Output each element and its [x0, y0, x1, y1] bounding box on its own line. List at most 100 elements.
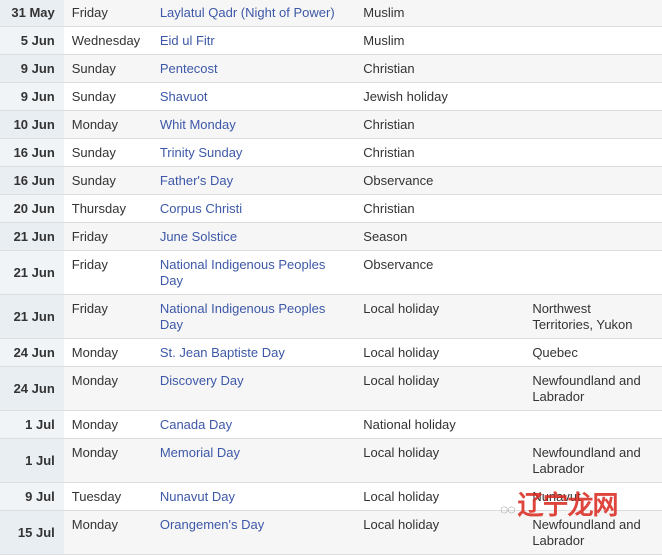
holiday-region [524, 194, 662, 223]
holiday-name: Discovery Day [151, 366, 356, 411]
holiday-date: 9 Jun [0, 54, 64, 83]
holiday-link[interactable]: Orangemen's Day [160, 517, 264, 532]
holiday-weekday: Wednesday [63, 26, 152, 55]
holiday-name: Laylatul Qadr (Night of Power) [151, 0, 356, 27]
holiday-link[interactable]: National Indigenous Peoples Day [160, 257, 326, 288]
holiday-weekday: Sunday [63, 166, 152, 195]
holiday-name: Memorial Day [151, 438, 356, 483]
table-row: 1 Jul Monday Memorial Day Local holiday Newf… [0, 438, 662, 483]
holiday-link[interactable]: Shavuot [160, 89, 208, 104]
holiday-date: 10 Jun [0, 110, 64, 139]
holiday-link[interactable]: St. Jean Baptiste Day [160, 345, 285, 360]
holiday-weekday: Sunday [63, 138, 152, 167]
holiday-type: Local holiday [355, 438, 525, 483]
holiday-link[interactable]: Nunavut Day [160, 489, 235, 504]
holiday-date: 20 Jun [0, 194, 64, 223]
holiday-type: Christian [355, 194, 525, 223]
holiday-link[interactable]: Eid ul Fitr [160, 33, 215, 48]
table-row: 21 Jun Friday National Indigenous Peoples … [0, 294, 662, 339]
holiday-link[interactable]: Pentecost [160, 61, 218, 76]
holiday-date: 1 Jul [0, 438, 64, 483]
holiday-weekday: Monday [63, 410, 152, 439]
holiday-region [524, 110, 662, 139]
holiday-region [524, 138, 662, 167]
holiday-type: Jewish holiday [355, 82, 525, 111]
table-row: 21 Jun Friday National Indigenous Peoples … [0, 250, 662, 295]
holiday-region [524, 0, 662, 27]
holiday-weekday: Monday [63, 510, 152, 555]
holiday-name: Trinity Sunday [151, 138, 356, 167]
holiday-region: Northwest Territories, Yukon [524, 294, 662, 339]
holiday-name: Eid ul Fitr [151, 26, 356, 55]
table-row: 9 Jun Sunday Pentecost Christian [0, 54, 662, 83]
holiday-region [524, 26, 662, 55]
holiday-link[interactable]: Father's Day [160, 173, 233, 188]
table-row: 20 Jun Thursday Corpus Christi Christian [0, 194, 662, 223]
table-row: 16 Jun Sunday Trinity Sunday Christian [0, 138, 662, 167]
holiday-name: Canada Day [151, 410, 356, 439]
holiday-date: 9 Jul [0, 482, 64, 511]
holiday-weekday: Monday [63, 338, 152, 367]
table-row: 1 Jul Monday Canada Day National holiday [0, 410, 662, 439]
table-row: 24 Jun Monday Discovery Day Local holiday Ne… [0, 366, 662, 411]
holiday-weekday: Sunday [63, 82, 152, 111]
holiday-date: 21 Jun [0, 222, 64, 251]
holiday-region [524, 82, 662, 111]
holiday-region: Quebec [524, 338, 662, 367]
holiday-type: Local holiday [355, 366, 525, 411]
holiday-date: 15 Jul [0, 510, 64, 555]
holiday-name: National Indigenous Peoples Day [151, 294, 356, 339]
holiday-type: Muslim [355, 0, 525, 27]
holiday-weekday: Friday [63, 250, 152, 295]
holiday-date: 24 Jun [0, 338, 64, 367]
holiday-weekday: Monday [63, 366, 152, 411]
holiday-date: 24 Jun [0, 366, 64, 411]
holiday-region [524, 250, 662, 295]
holiday-date: 9 Jun [0, 82, 64, 111]
holiday-link[interactable]: National Indigenous Peoples Day [160, 301, 326, 332]
holiday-type: Season [355, 222, 525, 251]
holiday-weekday: Friday [63, 0, 152, 27]
holiday-weekday: Monday [63, 438, 152, 483]
holiday-name: Whit Monday [151, 110, 356, 139]
table-row: 16 Jun Sunday Father's Day Observance [0, 166, 662, 195]
holiday-region [524, 410, 662, 439]
holiday-type: Observance [355, 250, 525, 295]
holiday-region [524, 222, 662, 251]
holidays-table: 31 May Friday Laylatul Qadr (Night of Powe… [0, 0, 662, 555]
holiday-type: Christian [355, 54, 525, 83]
holiday-date: 16 Jun [0, 166, 64, 195]
table-row: 5 Jun Wednesday Eid ul Fitr Muslim [0, 26, 662, 55]
holiday-date: 5 Jun [0, 26, 64, 55]
holiday-type: Local holiday [355, 510, 525, 555]
holiday-name: Corpus Christi [151, 194, 356, 223]
holiday-date: 21 Jun [0, 250, 64, 295]
watermark: ◌◌ 辽宁龙网 [500, 490, 619, 520]
holiday-link[interactable]: Canada Day [160, 417, 232, 432]
holiday-weekday: Monday [63, 110, 152, 139]
holiday-link[interactable]: Laylatul Qadr (Night of Power) [160, 5, 335, 20]
holiday-name: Pentecost [151, 54, 356, 83]
holiday-date: 1 Jul [0, 410, 64, 439]
holiday-link[interactable]: Corpus Christi [160, 201, 242, 216]
table-row: 10 Jun Monday Whit Monday Christian [0, 110, 662, 139]
holiday-type: Christian [355, 138, 525, 167]
holiday-type: Christian [355, 110, 525, 139]
holiday-link[interactable]: Trinity Sunday [160, 145, 243, 160]
holiday-type: Local holiday [355, 482, 525, 511]
holiday-region: Newfoundland and Labrador [524, 438, 662, 483]
holiday-weekday: Friday [63, 222, 152, 251]
holiday-type: Observance [355, 166, 525, 195]
holiday-link[interactable]: Memorial Day [160, 445, 240, 460]
holiday-region: Newfoundland and Labrador [524, 366, 662, 411]
holiday-link[interactable]: Discovery Day [160, 373, 244, 388]
holiday-region [524, 166, 662, 195]
table-row: 21 Jun Friday June Solstice Season [0, 222, 662, 251]
holiday-weekday: Friday [63, 294, 152, 339]
holiday-name: June Solstice [151, 222, 356, 251]
holiday-link[interactable]: June Solstice [160, 229, 237, 244]
holiday-link[interactable]: Whit Monday [160, 117, 236, 132]
holiday-type: National holiday [355, 410, 525, 439]
table-row: 24 Jun Monday St. Jean Baptiste Day Local h… [0, 338, 662, 367]
wechat-icon: ◌◌ [500, 501, 518, 517]
